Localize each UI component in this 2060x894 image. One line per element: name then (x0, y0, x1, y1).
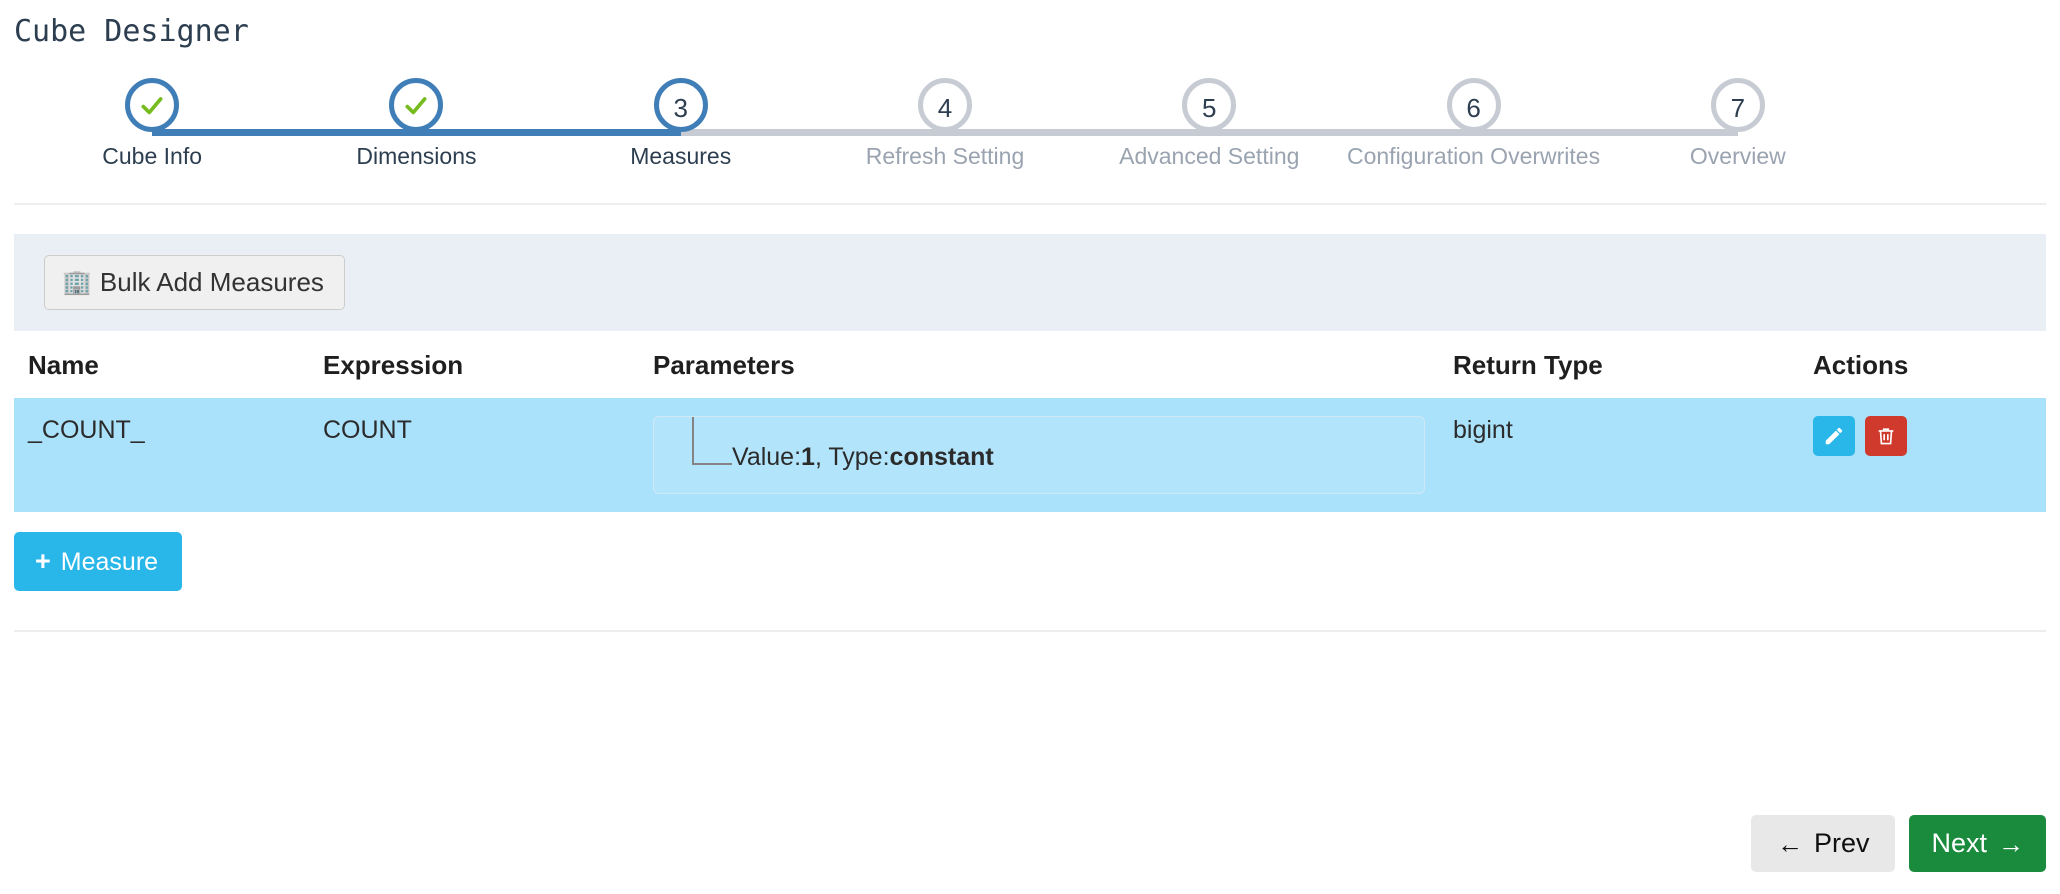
stepper-bubble[interactable] (389, 78, 444, 132)
table-row[interactable]: _COUNT_ COUNT Value:1, Type:constant bigint (14, 398, 2046, 512)
stepper-connector-left (548, 129, 681, 136)
stepper-bubble[interactable] (125, 78, 180, 132)
stepper-connector-left (1077, 129, 1210, 136)
check-icon (394, 93, 438, 137)
next-button[interactable]: Next → (1909, 815, 2046, 872)
pencil-icon (1823, 425, 1845, 447)
stepper-step-label: Cube Info (102, 143, 203, 169)
bulk-add-measures-button[interactable]: 🏢 Bulk Add Measures (44, 255, 345, 310)
column-header-name: Name (28, 350, 99, 380)
stepper-step-label: Advanced Setting (1119, 143, 1300, 169)
parameter-value-label: Value: (732, 443, 802, 471)
stepper-connector-left (1341, 129, 1474, 136)
parameters-box: Value:1, Type:constant (653, 416, 1425, 494)
column-header-expression: Expression (323, 350, 464, 380)
add-measure-label: Measure (60, 548, 159, 576)
measures-table-head: Name Expression Parameters Return Type A… (14, 331, 2046, 398)
building-icon: 🏢 (62, 268, 92, 296)
stepper-bubble[interactable]: 7 (1710, 78, 1765, 132)
parameter-type-label: Type: (828, 443, 890, 471)
prev-button[interactable]: ← Prev (1750, 815, 1896, 872)
stepper-connector-right (680, 129, 813, 136)
stepper-step-label: Refresh Setting (865, 143, 1025, 169)
stepper-step-label: Dimensions (356, 143, 477, 169)
column-header-actions: Actions (1813, 350, 1909, 380)
stepper-bubble[interactable]: 3 (653, 78, 708, 132)
stepper-step-label: Overview (1689, 143, 1786, 169)
stepper-step-number: 7 (1730, 93, 1746, 123)
parameter-separator: , (814, 443, 829, 471)
stepper-step-1[interactable]: Cube Info (20, 78, 285, 170)
edit-measure-button[interactable] (1813, 416, 1855, 456)
parameter-value: 1 (801, 443, 815, 471)
stepper-step-3[interactable]: 3 Measures (548, 78, 813, 170)
stepper-bubble[interactable]: 6 (1446, 78, 1501, 132)
next-button-label: Next (1931, 828, 1987, 858)
cell-parameters: Value:1, Type:constant (653, 398, 1453, 512)
bulk-add-measures-label: Bulk Add Measures (99, 267, 324, 297)
stepper-step-5[interactable]: 5 Advanced Setting (1077, 78, 1342, 170)
wizard-footer-nav: ← Prev Next → (1750, 815, 2046, 872)
stepper-connector-right (944, 129, 1078, 136)
column-header-return-type: Return Type (1453, 350, 1603, 380)
stepper-connector-right (1209, 129, 1342, 136)
divider-bottom (14, 630, 2046, 632)
stepper-step-number: 6 (1466, 93, 1481, 123)
page-title: Cube Designer (14, 14, 249, 49)
stepper-step-4[interactable]: 4 Refresh Setting (812, 78, 1078, 170)
add-measure-wrap: + Measure (14, 532, 2046, 591)
stepper-bubble[interactable]: 4 (917, 78, 972, 132)
parameter-type: constant (889, 443, 994, 471)
stepper-connector-left (1605, 129, 1738, 136)
stepper-step-6[interactable]: 6 Configuration Overwrites (1341, 78, 1606, 170)
divider-top (14, 203, 2046, 205)
cell-return-type: bigint (1453, 398, 1813, 512)
table-header-row: Name Expression Parameters Return Type A… (14, 331, 2046, 398)
stepper-connector-right (1473, 129, 1606, 136)
stepper-step-2[interactable]: Dimensions (284, 78, 549, 170)
stepper-bubble[interactable]: 5 (1182, 78, 1237, 132)
tree-connector-icon (692, 417, 732, 465)
column-header-parameters: Parameters (653, 350, 795, 380)
measures-toolbar: 🏢 Bulk Add Measures (14, 234, 2046, 331)
plus-icon: + (35, 546, 51, 576)
add-measure-button[interactable]: + Measure (14, 532, 183, 591)
stepper-step-label: Configuration Overwrites (1346, 143, 1601, 169)
stepper-step-number: 5 (1202, 93, 1217, 123)
measures-table: Name Expression Parameters Return Type A… (14, 331, 2046, 512)
stepper-step-number: 3 (673, 93, 688, 123)
stepper-list: Cube Info Dimensions 3 Measures 4 Refresh Set… (20, 78, 1870, 170)
measures-table-body: _COUNT_ COUNT Value:1, Type:constant bigint (14, 398, 2046, 512)
trash-icon (1875, 425, 1897, 447)
parameter-item: Value:1, Type:constant (654, 417, 1424, 488)
stepper-connector-left (812, 129, 945, 136)
cell-actions (1813, 398, 2046, 512)
stepper-step-7[interactable]: 7 Overview (1605, 78, 1870, 170)
arrow-right-icon: → (1998, 828, 2024, 859)
stepper-step-label: Measures (630, 143, 732, 169)
delete-measure-button[interactable] (1865, 416, 1907, 456)
wizard-stepper: Cube Info Dimensions 3 Measures 4 Refresh Set… (0, 52, 2060, 170)
arrow-left-icon: ← (1776, 828, 1803, 859)
cell-expression: COUNT (323, 398, 653, 512)
prev-button-label: Prev (1813, 828, 1870, 858)
check-icon (130, 93, 174, 137)
cell-name: _COUNT_ (14, 398, 323, 512)
stepper-step-number: 4 (937, 93, 953, 123)
